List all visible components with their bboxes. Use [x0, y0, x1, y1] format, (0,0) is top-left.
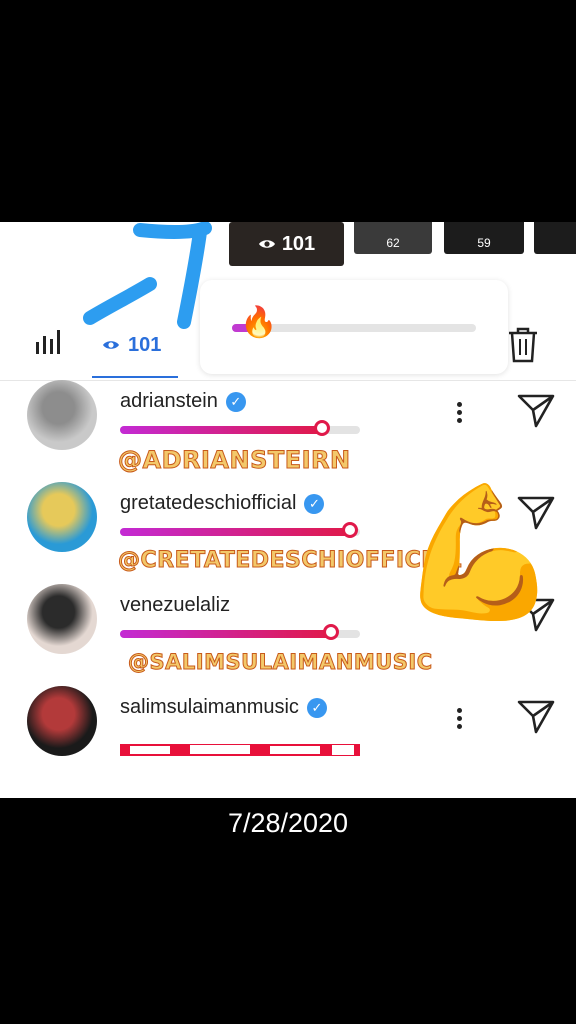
- story-thumbnail-active[interactable]: 101: [229, 222, 344, 266]
- instagram-story-viewers-screen: 101 62 59 101 🔥 adrianstein ✓ @ADRIANSTE…: [0, 222, 576, 798]
- viewer-username[interactable]: gretatedeschiofficial: [120, 492, 296, 515]
- story-views-count: 59: [477, 236, 491, 250]
- slider-response-fill: [120, 630, 332, 638]
- delete-button[interactable]: [506, 326, 540, 369]
- viewer-row[interactable]: adrianstein ✓ @ADRIANSTEIRN: [0, 380, 576, 483]
- verified-icon: ✓: [225, 391, 246, 412]
- slider-response-track: [120, 420, 360, 436]
- more-icon[interactable]: [450, 398, 470, 428]
- emoji-slider-handle[interactable]: 🔥: [240, 308, 277, 338]
- viewers-count: 101: [128, 334, 162, 356]
- eye-icon: [102, 334, 120, 357]
- avatar[interactable]: [27, 482, 97, 552]
- viewer-username[interactable]: adrianstein: [120, 390, 218, 413]
- story-views-count: 101: [281, 232, 316, 255]
- send-icon[interactable]: [516, 698, 556, 741]
- more-icon[interactable]: [450, 704, 470, 734]
- glitch-overlay: [120, 736, 362, 764]
- date-caption: 7/28/2020: [227, 808, 349, 838]
- verified-icon: ✓: [304, 493, 325, 514]
- slider-response-knob: [342, 522, 359, 538]
- avatar[interactable]: [27, 584, 97, 654]
- avatar[interactable]: [27, 380, 97, 450]
- mention-caption: @SALIMSULAIMANMUSIC: [128, 650, 433, 675]
- send-icon[interactable]: [516, 392, 556, 435]
- emoji-slider-sticker: 🔥: [200, 280, 508, 374]
- story-thumbnail[interactable]: 62: [354, 222, 432, 254]
- eye-icon: [258, 233, 276, 256]
- story-thumbnail[interactable]: [534, 222, 576, 254]
- viewer-username[interactable]: venezuelaliz: [120, 594, 230, 617]
- slider-response-track: [120, 624, 360, 640]
- slider-response-fill: [120, 528, 351, 536]
- bar-chart-icon: [34, 330, 64, 360]
- slider-response-fill: [120, 426, 322, 434]
- viewer-username[interactable]: salimsulaimanmusic: [120, 696, 299, 719]
- viewers-tab[interactable]: 101: [92, 322, 178, 378]
- viewer-row[interactable]: salimsulaimanmusic ✓: [0, 686, 576, 789]
- story-views-count: 62: [386, 236, 400, 250]
- trash-icon: [506, 327, 540, 368]
- insights-tab[interactable]: [34, 328, 64, 361]
- mention-caption: @ADRIANSTEIRN: [118, 446, 351, 475]
- flexed-biceps-sticker: 💪: [398, 479, 560, 625]
- avatar[interactable]: [27, 686, 97, 756]
- story-thumbnail[interactable]: 59: [444, 222, 524, 254]
- verified-icon: ✓: [306, 697, 327, 718]
- slider-response-knob: [313, 420, 330, 436]
- slider-response-knob: [323, 624, 340, 640]
- slider-response-track: [120, 522, 360, 538]
